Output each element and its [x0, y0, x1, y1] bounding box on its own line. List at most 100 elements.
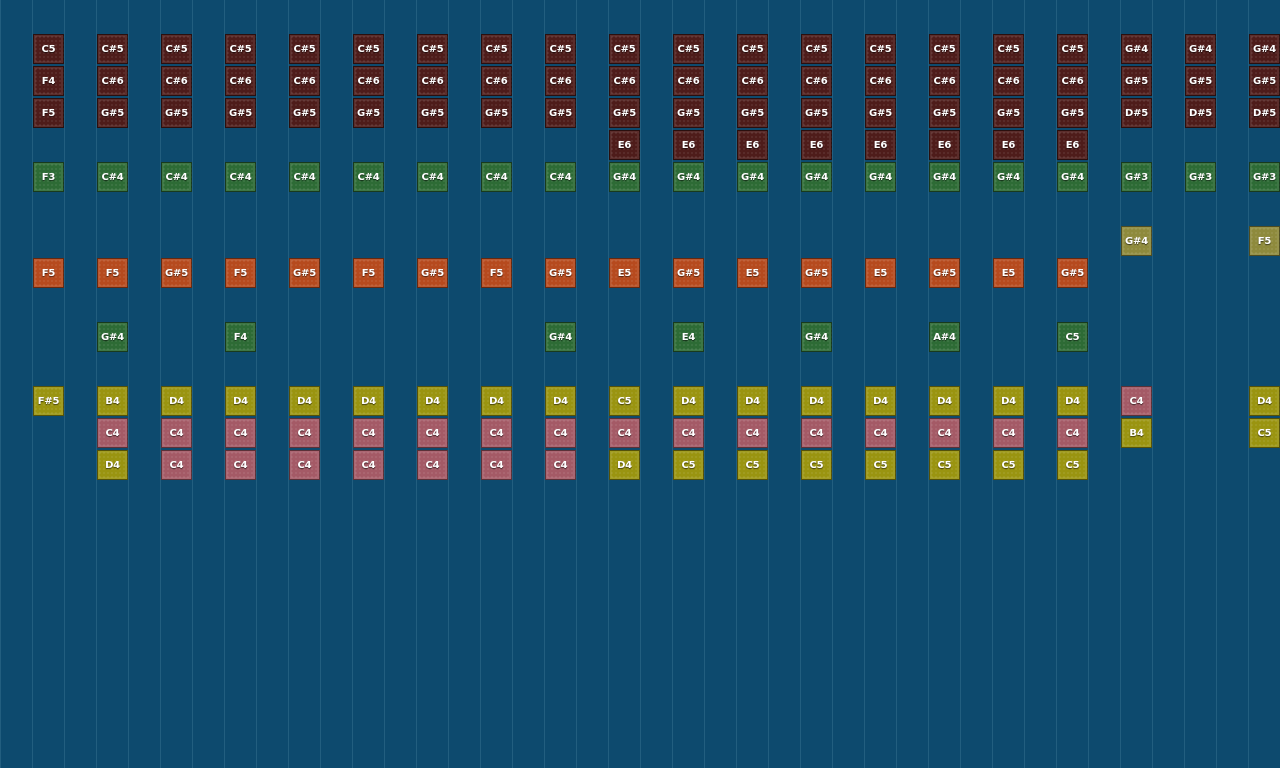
note-block[interactable]: G#4	[1249, 34, 1280, 64]
note-block[interactable]: G#5	[801, 98, 832, 128]
note-block[interactable]: G#4	[1057, 162, 1088, 192]
note-block[interactable]: C#5	[929, 34, 960, 64]
note-block[interactable]: C4	[929, 418, 960, 448]
note-block[interactable]: G#5	[545, 98, 576, 128]
note-block[interactable]: C5	[673, 450, 704, 480]
note-block[interactable]: G#4	[929, 162, 960, 192]
note-block[interactable]: C#5	[97, 34, 128, 64]
note-block[interactable]: G#4	[1185, 34, 1216, 64]
note-block[interactable]: E5	[737, 258, 768, 288]
note-block[interactable]: C4	[1121, 386, 1152, 416]
note-block[interactable]: C#5	[609, 34, 640, 64]
note-block[interactable]: G#5	[673, 98, 704, 128]
note-block[interactable]: D4	[481, 386, 512, 416]
note-block[interactable]: C4	[225, 418, 256, 448]
note-block[interactable]: C#6	[225, 66, 256, 96]
note-block[interactable]: G#5	[417, 258, 448, 288]
note-block[interactable]: C4	[993, 418, 1024, 448]
note-block[interactable]: C4	[161, 450, 192, 480]
note-block[interactable]: G#5	[97, 98, 128, 128]
note-block[interactable]: D4	[737, 386, 768, 416]
note-block[interactable]: C4	[481, 418, 512, 448]
note-block[interactable]: C#4	[545, 162, 576, 192]
note-block[interactable]: C4	[225, 450, 256, 480]
note-block[interactable]: G#5	[993, 98, 1024, 128]
note-block[interactable]: C#5	[673, 34, 704, 64]
note-block[interactable]: C5	[929, 450, 960, 480]
note-block[interactable]: C5	[801, 450, 832, 480]
note-block[interactable]: G#4	[609, 162, 640, 192]
note-block[interactable]: D4	[609, 450, 640, 480]
note-block[interactable]: G#3	[1249, 162, 1280, 192]
note-block[interactable]: C4	[481, 450, 512, 480]
note-block[interactable]: C5	[1249, 418, 1280, 448]
note-block[interactable]: D4	[161, 386, 192, 416]
note-block[interactable]: G#5	[737, 98, 768, 128]
note-block[interactable]: G#4	[545, 322, 576, 352]
note-block[interactable]: E6	[929, 130, 960, 160]
note-block[interactable]: C#6	[97, 66, 128, 96]
note-block[interactable]: D4	[289, 386, 320, 416]
note-block[interactable]: G#5	[929, 258, 960, 288]
note-block[interactable]: D#5	[1185, 98, 1216, 128]
note-block[interactable]: C#4	[161, 162, 192, 192]
note-block[interactable]: F#5	[33, 386, 64, 416]
note-block[interactable]: F3	[33, 162, 64, 192]
note-block[interactable]: C4	[1057, 418, 1088, 448]
note-block[interactable]: D#5	[1249, 98, 1280, 128]
note-block[interactable]: G#5	[609, 98, 640, 128]
note-block[interactable]: C#4	[97, 162, 128, 192]
note-block[interactable]: C#6	[737, 66, 768, 96]
note-block[interactable]: C#6	[1057, 66, 1088, 96]
note-block[interactable]: C#4	[353, 162, 384, 192]
note-block[interactable]: C4	[865, 418, 896, 448]
note-block[interactable]: G#5	[417, 98, 448, 128]
note-block[interactable]: E6	[737, 130, 768, 160]
note-block[interactable]: C5	[865, 450, 896, 480]
note-block[interactable]: G#5	[353, 98, 384, 128]
note-block[interactable]: C#4	[481, 162, 512, 192]
note-block[interactable]: C4	[289, 450, 320, 480]
note-block[interactable]: C4	[609, 418, 640, 448]
note-block[interactable]: F4	[225, 322, 256, 352]
note-block[interactable]: G#5	[1249, 66, 1280, 96]
note-block[interactable]: F5	[97, 258, 128, 288]
note-block[interactable]: C4	[801, 418, 832, 448]
note-block[interactable]: G#5	[225, 98, 256, 128]
note-block[interactable]: G#5	[161, 98, 192, 128]
note-block[interactable]: C#6	[993, 66, 1024, 96]
note-block[interactable]: C#5	[737, 34, 768, 64]
note-block[interactable]: C#4	[289, 162, 320, 192]
note-block[interactable]: C#5	[1057, 34, 1088, 64]
note-block[interactable]: C5	[1057, 322, 1088, 352]
note-block[interactable]: D4	[865, 386, 896, 416]
note-block[interactable]: C#4	[417, 162, 448, 192]
note-block[interactable]: C#5	[801, 34, 832, 64]
note-block[interactable]: C#5	[353, 34, 384, 64]
note-block[interactable]: G#4	[1121, 34, 1152, 64]
note-block[interactable]: C4	[353, 418, 384, 448]
note-block[interactable]: F5	[225, 258, 256, 288]
note-block[interactable]: C#6	[673, 66, 704, 96]
note-block[interactable]: C4	[97, 418, 128, 448]
note-block[interactable]: G#4	[1121, 226, 1152, 256]
note-block[interactable]: G#5	[289, 98, 320, 128]
note-block[interactable]: C5	[33, 34, 64, 64]
note-block[interactable]: F5	[33, 98, 64, 128]
note-block[interactable]: C5	[993, 450, 1024, 480]
note-block[interactable]: G#5	[289, 258, 320, 288]
note-block[interactable]: F5	[33, 258, 64, 288]
note-block[interactable]: D4	[1249, 386, 1280, 416]
note-block[interactable]: D4	[417, 386, 448, 416]
note-block[interactable]: G#4	[865, 162, 896, 192]
note-block[interactable]: C#6	[929, 66, 960, 96]
note-block[interactable]: F5	[481, 258, 512, 288]
note-block[interactable]: F4	[33, 66, 64, 96]
note-block[interactable]: C4	[161, 418, 192, 448]
note-block[interactable]: B4	[97, 386, 128, 416]
note-block[interactable]: G#5	[481, 98, 512, 128]
note-block[interactable]: G#5	[865, 98, 896, 128]
note-block[interactable]: C5	[609, 386, 640, 416]
note-block[interactable]: C#6	[289, 66, 320, 96]
note-block[interactable]: G#5	[801, 258, 832, 288]
